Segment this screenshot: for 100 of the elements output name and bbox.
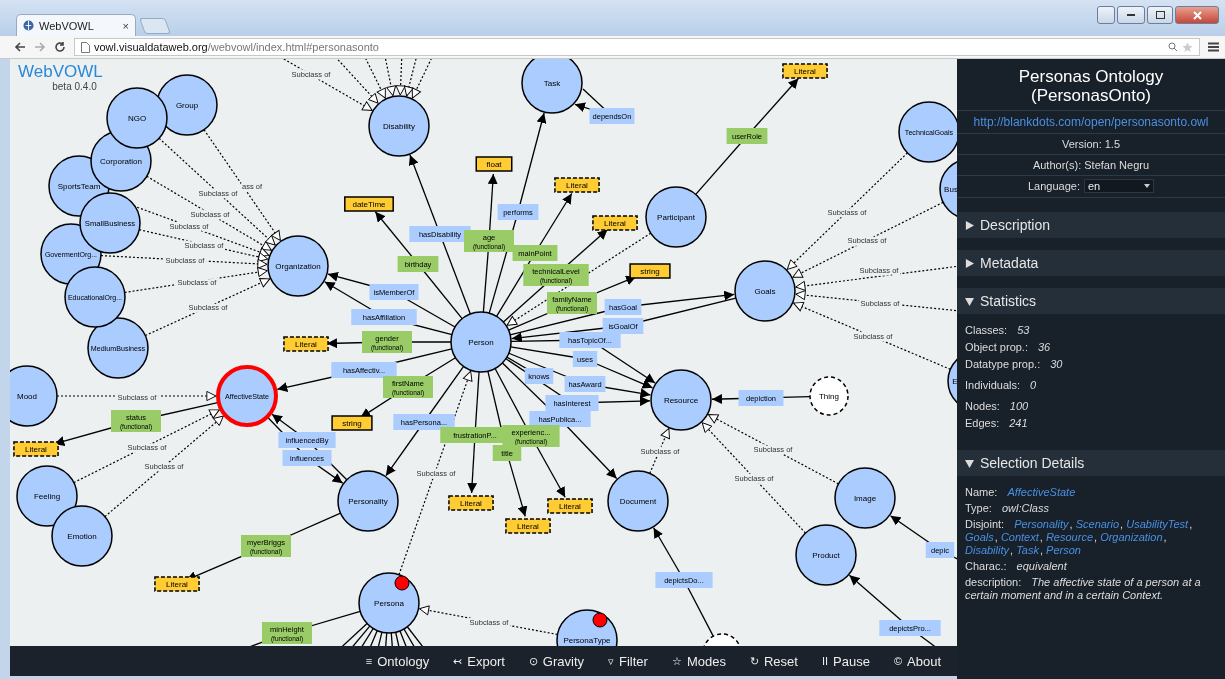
- stat-label: Object prop.:: [965, 341, 1028, 353]
- datatype-node[interactable]: string: [331, 415, 373, 431]
- section-header[interactable]: Statistics: [957, 288, 1225, 314]
- close-icon[interactable]: ×: [122, 19, 129, 32]
- stat-value: 100: [1009, 400, 1029, 412]
- datatype-node[interactable]: string: [629, 263, 671, 279]
- datatype-node[interactable]: float: [475, 156, 513, 172]
- literal-node[interactable]: Literal: [448, 495, 494, 511]
- menu-button[interactable]: ⊙ Gravity: [528, 653, 584, 669]
- class-node[interactable]: Personality: [337, 470, 399, 532]
- datatype-node[interactable]: dateTime: [344, 196, 394, 212]
- class-link[interactable]: AffectiveState: [1007, 486, 1077, 499]
- menu-icon[interactable]: [1208, 42, 1219, 52]
- separator: ,: [1189, 518, 1193, 530]
- detail-label: Disjoint:: [965, 518, 1005, 530]
- separator: ,: [1039, 531, 1044, 543]
- caret-icon: [1144, 184, 1150, 188]
- stat-label: Individuals:: [965, 379, 1021, 391]
- class-node[interactable]: Goals: [734, 260, 796, 322]
- literal-node[interactable]: Literal: [547, 498, 593, 514]
- menu-button[interactable]: ▿ Filter: [608, 653, 648, 669]
- detail-label: Name:: [965, 486, 998, 498]
- stat-label: Nodes:: [965, 400, 1000, 412]
- separator: ,: [1069, 518, 1074, 530]
- section-header[interactable]: Metadata: [957, 250, 1225, 276]
- menu-button[interactable]: ≡ Ontology: [365, 653, 430, 669]
- back-icon[interactable]: [14, 41, 26, 53]
- class-node[interactable]: Resource: [650, 369, 712, 431]
- literal-node[interactable]: Literal: [13, 441, 59, 457]
- class-node[interactable]: Mood: [10, 365, 58, 427]
- class-link[interactable]: Disability: [965, 544, 1010, 557]
- detail-text: Type: owl:Class: [965, 502, 1050, 515]
- literal-node[interactable]: Literal: [782, 63, 828, 79]
- class-link[interactable]: Resource: [1045, 531, 1094, 544]
- separator: ,: [1010, 544, 1015, 556]
- literal-node[interactable]: Literal: [554, 177, 600, 193]
- thing-node[interactable]: Thing: [809, 376, 849, 416]
- class-node[interactable]: Organization: [267, 235, 329, 297]
- version-label: beta 0.4.0: [52, 81, 97, 92]
- stat-value: 0: [1030, 379, 1037, 391]
- author-text: Author(s): Stefan Negru: [1032, 159, 1150, 171]
- class-node[interactable]: Feeling: [16, 465, 78, 527]
- reload-icon[interactable]: [54, 41, 66, 53]
- section-header[interactable]: Description: [957, 212, 1225, 238]
- section-header[interactable]: Selection Details: [957, 450, 1225, 476]
- class-link[interactable]: Personality: [1014, 518, 1070, 531]
- detail-text: Charac.: equivalent: [965, 560, 1068, 573]
- language-select[interactable]: en: [1084, 179, 1154, 193]
- literal-node[interactable]: Literal: [154, 576, 200, 592]
- stat-label: Datatype prop.:: [965, 358, 1041, 370]
- app-logo: WebVOWL: [18, 63, 103, 81]
- separator: ,: [994, 531, 999, 543]
- ontology-title: Personas Ontology (PersonasOnto): [1017, 66, 1165, 107]
- class-node[interactable]: Persona: [358, 572, 420, 634]
- separator: ,: [1120, 518, 1125, 530]
- literal-node[interactable]: Literal: [505, 518, 551, 534]
- class-node[interactable]: NGO: [106, 87, 168, 149]
- menu-button[interactable]: II Pause: [821, 653, 870, 669]
- class-node[interactable]: Product: [795, 524, 857, 586]
- maximize-icon[interactable]: [1155, 11, 1165, 19]
- browser-tab[interactable]: WebVOWL ×: [16, 14, 136, 36]
- user-button[interactable]: [1097, 6, 1115, 24]
- class-node[interactable]: Disability: [368, 95, 430, 157]
- class-link[interactable]: Person: [1046, 544, 1082, 557]
- separator: ,: [1163, 531, 1167, 543]
- class-node[interactable]: Group: [156, 74, 218, 136]
- ontology-iri-link[interactable]: http://blankdots.com/open/personasonto.owl: [973, 115, 1209, 129]
- class-node[interactable]: Emotion: [51, 505, 113, 567]
- menu-button[interactable]: ↻ Reset: [749, 653, 798, 669]
- separator: ,: [1094, 531, 1099, 543]
- class-node[interactable]: Document: [607, 470, 669, 532]
- page-icon: [81, 41, 90, 53]
- stat-value: 30: [1050, 358, 1063, 370]
- class-node[interactable]: Image: [834, 467, 896, 529]
- stat-value: 53: [1017, 324, 1030, 336]
- class-node[interactable]: Task: [521, 59, 583, 114]
- menu-button[interactable]: ☆ Modes: [671, 653, 726, 669]
- language-label: Language:: [1028, 180, 1080, 192]
- literal-node[interactable]: Literal: [592, 215, 638, 231]
- literal-node[interactable]: Literal: [283, 336, 329, 352]
- class-link[interactable]: UsabilityTest: [1126, 518, 1190, 531]
- class-link[interactable]: Context: [1000, 531, 1040, 544]
- pin-icon[interactable]: [394, 575, 410, 591]
- class-link[interactable]: Goals: [965, 531, 995, 544]
- stat-label: Classes:: [965, 324, 1008, 336]
- class-link[interactable]: Task: [1016, 544, 1040, 557]
- menu-button[interactable]: © About: [893, 653, 941, 669]
- class-link[interactable]: Organization: [1100, 531, 1164, 544]
- url-text[interactable]: vowl.visualdataweb.org/webvowl/index.html#personasonto: [94, 41, 379, 53]
- star-icon[interactable]: [1182, 41, 1193, 53]
- class-node[interactable]: Person: [450, 311, 512, 373]
- zoom-icon[interactable]: [1168, 42, 1178, 52]
- class-link[interactable]: Scenario: [1075, 518, 1121, 531]
- close-icon[interactable]: [1192, 10, 1202, 20]
- class-node[interactable]: Participant: [645, 186, 707, 248]
- stat-value: 36: [1038, 341, 1051, 353]
- stat-value: 241: [1009, 417, 1028, 429]
- detail-text: description: The affective state of a person at a certain moment and in a certain Context.: [965, 576, 1202, 602]
- menu-button[interactable]: ↢ Export: [453, 653, 505, 669]
- pin-icon[interactable]: [592, 612, 608, 628]
